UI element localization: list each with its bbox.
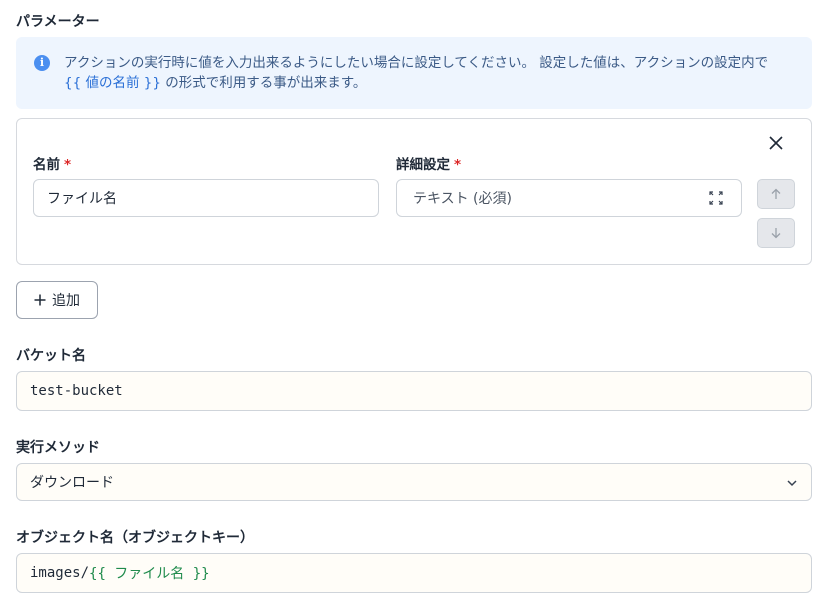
add-button-label: 追加 (52, 293, 80, 309)
add-parameter-button[interactable]: 追加 (16, 281, 98, 319)
arrow-down-icon (771, 228, 781, 239)
move-up-button[interactable] (757, 179, 795, 209)
method-label: 実行メソッド (16, 440, 100, 456)
method-select[interactable]: ダウンロード (16, 463, 812, 501)
plus-icon (34, 294, 46, 306)
move-down-button[interactable] (757, 218, 795, 248)
info-box: i アクションの実行時に値を入力出来るようにしたい場合に設定してください。 設定… (16, 37, 812, 109)
param-detail-value: テキスト (必須) (413, 191, 512, 207)
param-detail-label-text: 詳細設定 (396, 157, 450, 173)
info-text: アクションの実行時に値を入力出来るようにしたい場合に設定してください。 設定した… (64, 53, 804, 93)
bucket-label: バケット名 (16, 348, 86, 364)
info-code: {{ 値の名前 }} (64, 75, 161, 91)
object-input[interactable]: images/{{ ファイル名 }} (16, 553, 812, 593)
info-line1: アクションの実行時に値を入力出来るようにしたい場合に設定してください。 設定した… (64, 55, 769, 71)
param-detail-label: 詳細設定 * (396, 153, 461, 173)
param-name-input[interactable]: ファイル名 (33, 179, 379, 217)
required-mark: * (64, 157, 72, 173)
object-value-prefix: images/ (30, 565, 90, 581)
object-value-template: {{ ファイル名 }} (89, 566, 210, 582)
parameter-row-card: 名前 * ファイル名 詳細設定 * テキスト (必須) (16, 118, 812, 265)
expand-icon[interactable] (709, 191, 723, 205)
method-value: ダウンロード (30, 475, 114, 491)
info-icon: i (34, 55, 50, 71)
param-detail-input[interactable]: テキスト (必須) (396, 179, 742, 217)
param-name-value: ファイル名 (47, 191, 117, 207)
bucket-value: test-bucket (30, 383, 123, 399)
parameters-heading: パラメーター (16, 14, 100, 30)
close-icon[interactable] (767, 134, 785, 152)
param-name-label: 名前 * (33, 153, 71, 173)
info-line2: の形式で利用する事が出来ます。 (160, 75, 367, 91)
bucket-input[interactable]: test-bucket (16, 371, 812, 411)
required-mark: * (454, 157, 462, 173)
param-name-label-text: 名前 (33, 157, 60, 173)
object-label: オブジェクト名（オブジェクトキー） (16, 530, 254, 546)
chevron-down-icon (787, 480, 797, 487)
arrow-up-icon (771, 188, 781, 199)
